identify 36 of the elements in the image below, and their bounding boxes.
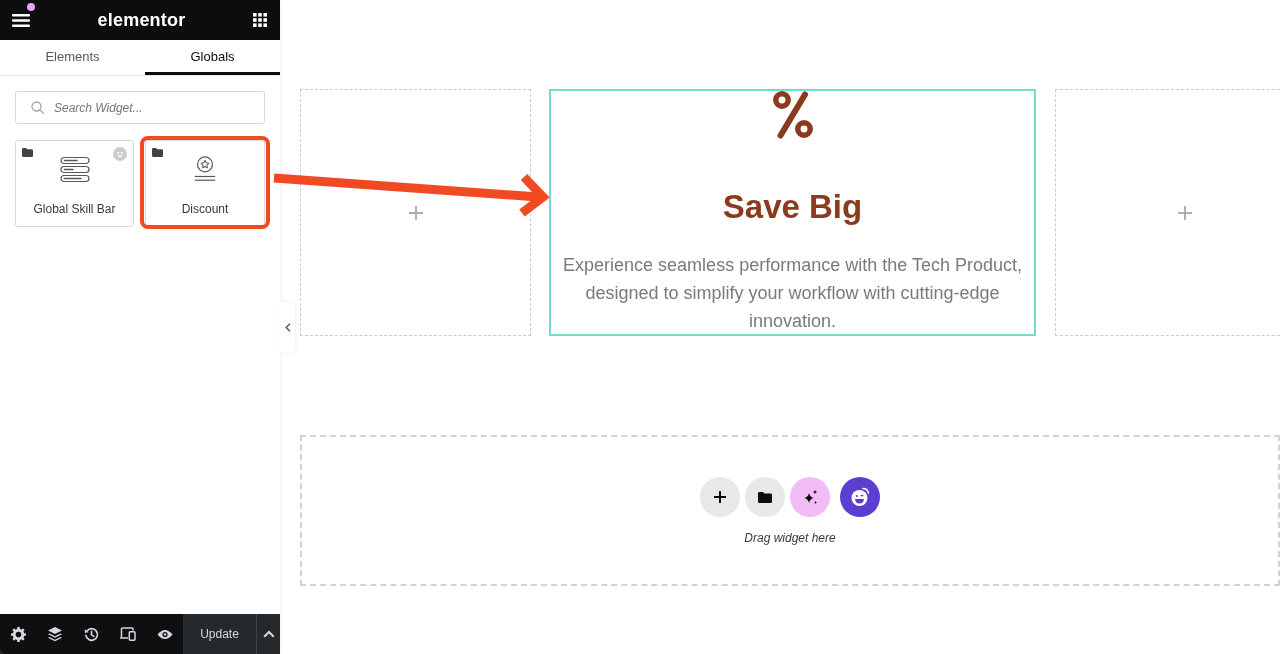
folder-icon (758, 491, 772, 503)
folder-icon (22, 148, 33, 157)
add-section-button[interactable] (700, 477, 740, 517)
column[interactable] (300, 89, 531, 336)
widget-label: Discount (181, 202, 229, 216)
logo-text: elementor (97, 9, 186, 31)
search-field[interactable]: Search Widget... (15, 91, 265, 124)
panel-tab[interactable]: Globals (145, 40, 280, 75)
column[interactable]: Save Big Experience seamless performance with the Tech Product, designed to simplify your workflow with cutting-edge innovation. (549, 89, 1036, 336)
devices-icon (120, 627, 137, 641)
drop-hint: Drag widget here (744, 531, 836, 545)
search-icon (31, 101, 44, 114)
caret-up-icon (262, 630, 275, 638)
star-badge-icon (193, 156, 217, 183)
apps-grid-icon[interactable] (253, 13, 267, 27)
stacked-bars-icon (59, 156, 90, 183)
chevron-left-icon (284, 322, 291, 332)
panel-tab[interactable]: Elements (0, 40, 145, 75)
settings-icon (10, 626, 26, 642)
menu-icon[interactable] (12, 13, 30, 27)
template-library-button[interactable] (745, 477, 785, 517)
eye-icon (156, 628, 173, 640)
notification-dot-icon (27, 2, 35, 11)
percent-icon (770, 91, 815, 139)
smiley-icon (850, 487, 870, 507)
layers-icon (46, 626, 63, 642)
widget-label: Global Skill Bar (33, 202, 116, 216)
widget-card[interactable]: Global Skill Bar (15, 140, 134, 227)
plus-icon (714, 491, 726, 503)
drop-zone[interactable]: Drag widget here (300, 435, 1280, 586)
box-description: Experience seamless performance with the Tech Product, designed to simplify your workflow with cutting-edge innovation. (562, 254, 1023, 333)
box-heading: Save Big (722, 187, 863, 227)
history-icon (84, 626, 99, 642)
ai-button[interactable] (790, 477, 830, 517)
folder-icon (152, 148, 163, 157)
assistant-button[interactable] (840, 477, 880, 517)
